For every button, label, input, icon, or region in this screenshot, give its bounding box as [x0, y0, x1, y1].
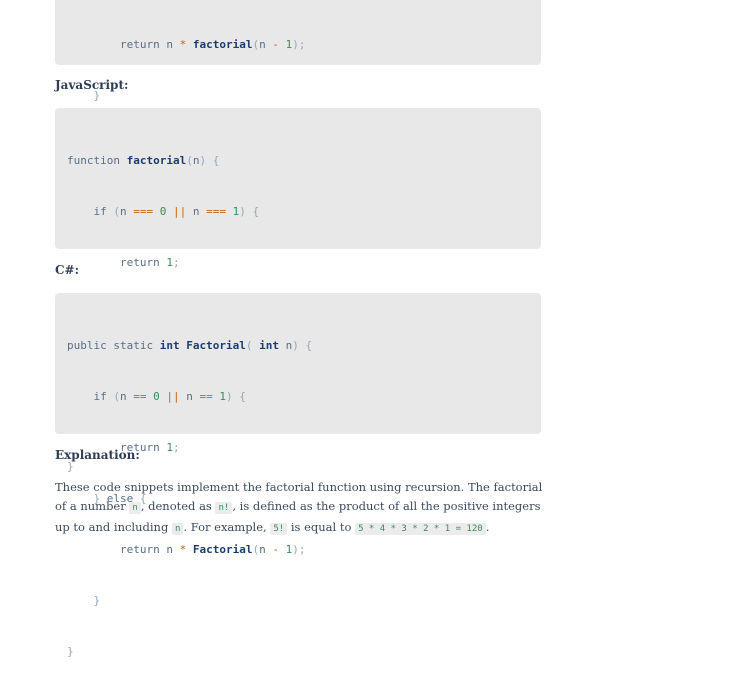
code-block-csharp: public static int Factorial( int n) { if… [55, 293, 541, 658]
inline-code: n [171, 523, 184, 535]
code-line: return n * factorial(n - 1); [119, 38, 306, 51]
explanation-text: is equal to [287, 520, 356, 534]
inline-code: 5 * 4 * 3 * 2 * 1 = 120 [355, 523, 486, 535]
explanation-text: , denoted as [140, 499, 216, 513]
javascript-heading: JavaScript: [55, 78, 129, 92]
explanation-paragraph: These code snippets implement the factor… [55, 478, 545, 539]
code-line: return n * Factorial(n - 1); [67, 543, 306, 556]
code-line: } [67, 645, 74, 658]
code-line: } [67, 594, 101, 607]
inline-code: 5! [270, 523, 288, 535]
code-block-javascript: function factorial(n) { if (n === 0 || n… [55, 108, 541, 473]
inline-code: n [129, 502, 141, 514]
csharp-heading: C#: [55, 263, 80, 277]
explanation-text: . For example, [183, 520, 271, 534]
code-line: public static int Factorial( int n) { [67, 339, 313, 352]
code-line: if (n === 0 || n === 1) { [67, 205, 260, 218]
explanation-heading: Explanation: [55, 448, 140, 462]
code-line: if (n == 0 || n == 1) { [67, 390, 246, 403]
code-line: return 1; [67, 256, 180, 269]
code-block-top: return n * factorial(n - 1); } } [55, 0, 541, 153]
inline-code: n! [215, 502, 233, 514]
code-line: function factorial(n) { [67, 154, 220, 167]
explanation-text: . [485, 520, 490, 534]
